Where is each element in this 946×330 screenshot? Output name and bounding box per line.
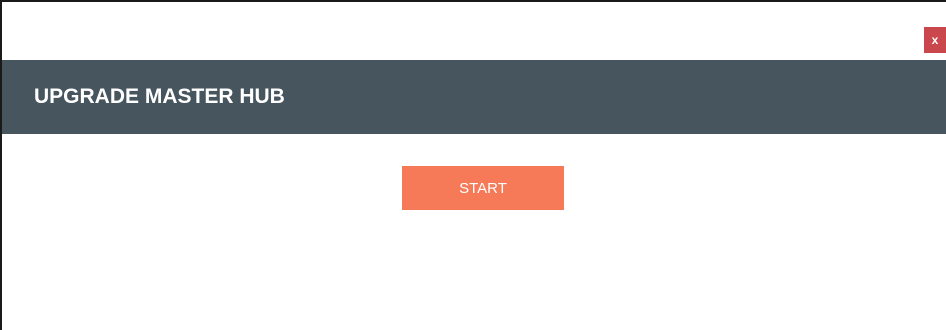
close-icon: x — [931, 33, 939, 47]
page-title: UPGRADE MASTER HUB — [34, 85, 285, 108]
header-bar: UPGRADE MASTER HUB — [2, 60, 946, 134]
close-button[interactable]: x — [924, 27, 946, 53]
start-button[interactable]: START — [402, 166, 564, 210]
app-window: x UPGRADE MASTER HUB START — [0, 0, 946, 330]
